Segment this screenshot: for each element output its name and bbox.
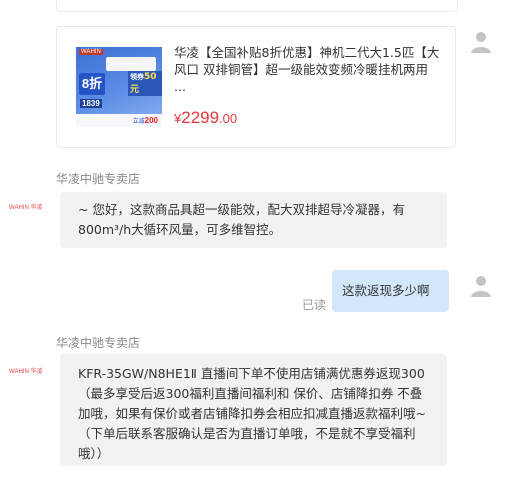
sender-name: 华凌中驰专卖店	[56, 336, 141, 350]
product-image-coupon: 领券50元	[128, 71, 162, 96]
read-status: 已读	[302, 298, 327, 312]
message-text: ~ 您好，这款商品具超一级能效，配大双排超导冷凝器，有800m³/h大循环风量，…	[78, 202, 405, 237]
price-decimal: .00	[219, 111, 238, 126]
air-conditioner-graphic	[106, 57, 156, 71]
product-image-brand: WAHIN	[79, 49, 103, 55]
shop-avatar: WAHIN 华凌	[9, 369, 43, 375]
user-avatar	[468, 272, 494, 298]
previous-message-card	[56, 0, 458, 12]
shop-avatar: WAHIN 华凌	[9, 205, 43, 211]
user-avatar-icon	[468, 28, 494, 54]
product-price: ¥2299.00	[174, 108, 237, 128]
user-avatar-icon	[468, 272, 494, 298]
user-avatar	[468, 28, 494, 54]
price-integer: 2299	[181, 108, 220, 127]
coupon-prefix: 领券	[130, 73, 144, 81]
shop-message-bubble: ~ 您好，这款商品具超一级能效，配大双排超导冷凝器，有800m³/h大循环风量，…	[60, 192, 447, 248]
sender-name: 华凌中驰专卖店	[56, 172, 141, 186]
product-image-price: 1839	[80, 99, 102, 108]
product-image-discount: 8折	[79, 73, 105, 95]
product-card[interactable]: WAHIN 领券50元 8折 1839 立减200 华凌【全国补贴8折优惠】神机…	[56, 26, 456, 148]
shop-message-bubble: KFR-35GW/N8HE1Ⅱ 直播间下单不使用店铺满优惠券返现300（最多享受…	[60, 354, 447, 466]
product-title[interactable]: 华凌【全国补贴8折优惠】神机二代大1.5匹【大风口 双排铜管】超一级能效变频冷暖…	[174, 44, 442, 95]
product-image-bottom-banner: 立减200	[76, 114, 162, 127]
message-text: 这款返现多少啊	[342, 283, 430, 298]
user-message-bubble: 这款返现多少啊	[332, 270, 449, 312]
bottom-prefix: 立减	[132, 119, 145, 125]
product-image[interactable]: WAHIN 领券50元 8折 1839 立减200	[76, 47, 162, 127]
bottom-value: 200	[144, 116, 158, 125]
message-text: KFR-35GW/N8HE1Ⅱ 直播间下单不使用店铺满优惠券返现300（最多享受…	[78, 366, 426, 461]
